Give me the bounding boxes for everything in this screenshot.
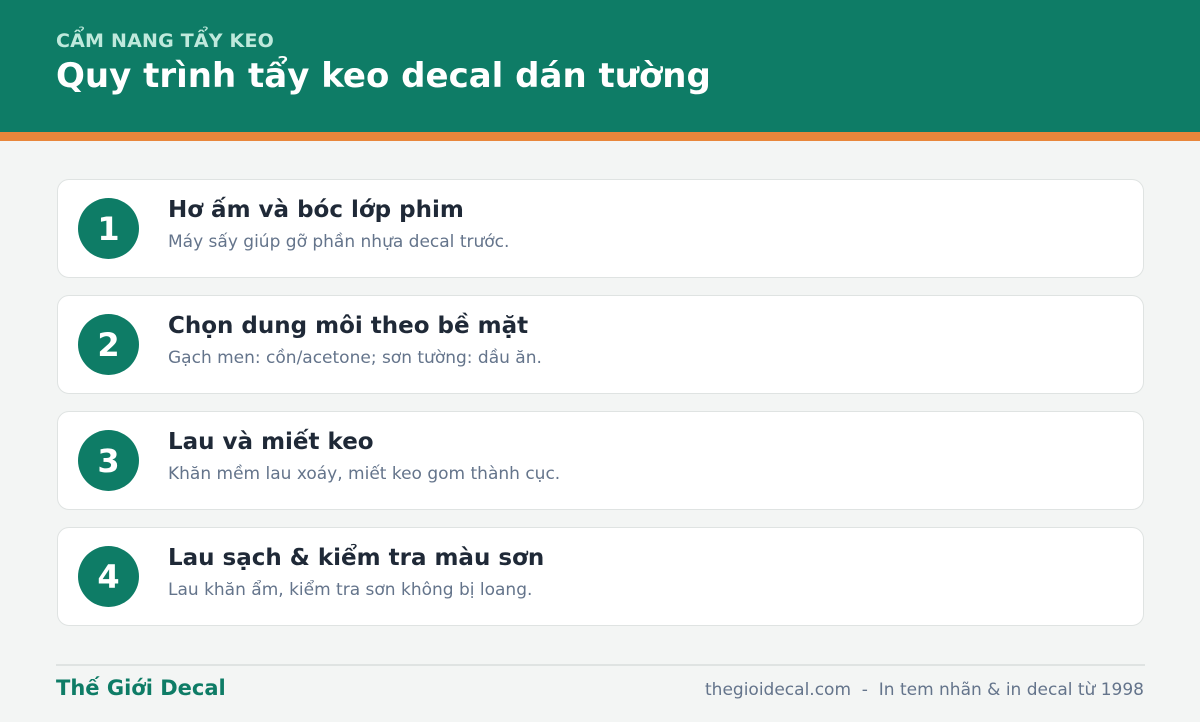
step-title: Hơ ấm và bóc lớp phim bbox=[168, 197, 464, 223]
header-accent-bar bbox=[0, 132, 1200, 141]
step-number-badge: 3 bbox=[78, 430, 139, 491]
footer-brand: Thế Giới Decal bbox=[56, 676, 226, 700]
step-description: Khăn mềm lau xoáy, miết keo gom thành cụ… bbox=[168, 464, 561, 484]
page-title: Quy trình tẩy keo decal dán tường bbox=[56, 56, 711, 96]
step-number-badge: 2 bbox=[78, 314, 139, 375]
footer-info: thegioidecal.com - In tem nhãn & in deca… bbox=[705, 680, 1144, 700]
step-title: Chọn dung môi theo bề mặt bbox=[168, 313, 529, 339]
step-card-1: 1 Hơ ấm và bóc lớp phim Máy sấy giúp gỡ … bbox=[57, 179, 1144, 278]
step-card-4: 4 Lau sạch & kiểm tra màu sơn Lau khăn ẩ… bbox=[57, 527, 1144, 626]
step-description: Gạch men: cồn/acetone; sơn tường: dầu ăn… bbox=[168, 348, 542, 368]
step-number-badge: 4 bbox=[78, 546, 139, 607]
step-description: Máy sấy giúp gỡ phần nhựa decal trước. bbox=[168, 232, 510, 252]
step-card-2: 2 Chọn dung môi theo bề mặt Gạch men: cồ… bbox=[57, 295, 1144, 394]
header-banner: CẨM NANG TẨY KEO Quy trình tẩy keo decal… bbox=[0, 0, 1200, 132]
steps-list: 1 Hơ ấm và bóc lớp phim Máy sấy giúp gỡ … bbox=[57, 179, 1144, 643]
step-title: Lau sạch & kiểm tra màu sơn bbox=[168, 545, 545, 571]
step-title: Lau và miết keo bbox=[168, 429, 374, 455]
step-card-3: 3 Lau và miết keo Khăn mềm lau xoáy, miế… bbox=[57, 411, 1144, 510]
step-number-badge: 1 bbox=[78, 198, 139, 259]
header-eyebrow: CẨM NANG TẨY KEO bbox=[56, 30, 274, 52]
footer-divider bbox=[56, 664, 1145, 666]
step-description: Lau khăn ẩm, kiểm tra sơn không bị loang… bbox=[168, 580, 533, 600]
